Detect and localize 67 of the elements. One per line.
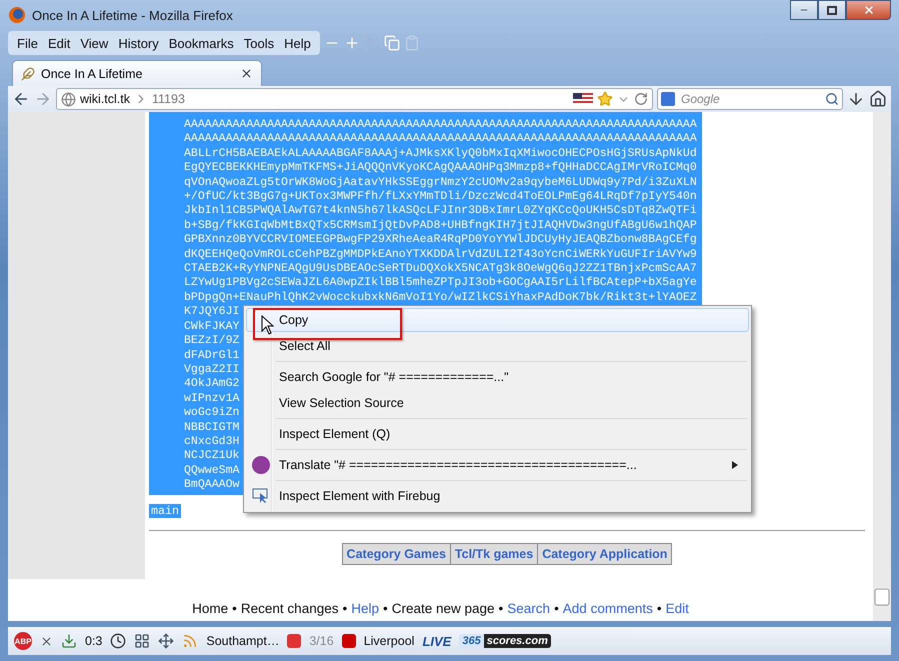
category-link[interactable]: Tcl/Tk games — [450, 544, 538, 564]
footer-link[interactable]: Add comments — [562, 601, 653, 616]
menu-option[interactable]: Search Google for "# =============..." — [246, 365, 749, 389]
menu-item[interactable]: History — [113, 36, 164, 50]
selected-tag: main — [149, 504, 182, 518]
code-line: +/OfUC/kt3BgG7g+UKTox3MWPFfh/fLXxYMmTDli/DzczWcd4ToEOLPmEg64LRqDf7pIyY540n — [184, 190, 697, 204]
separator-dot: • — [342, 601, 348, 616]
separator-dot: • — [656, 601, 662, 616]
code-line: CTAEB2K+RyYNPNEAQgU9UsDBEAOcSeRTDuDQXokX5NCATg3k8OeWgQ6qJ2ZZ1TBnjxPcmScAA7 — [184, 262, 697, 276]
menu-item[interactable]: Bookmarks — [164, 36, 239, 50]
code-line: QQwweSmA — [184, 464, 240, 478]
code-line: dFADrGl1 — [184, 348, 240, 363]
code-line: ABLLrCH5BAEBAEkALAAAAABGAF8AAAj+AJMksXKlyQ0bMxIqXMiwocOHECPOsHGjSRUsApNkUd — [184, 146, 697, 162]
menu-option[interactable]: Translate "# ======================================... — [246, 453, 749, 477]
menu-option[interactable]: Select All — [246, 334, 749, 358]
footer-link[interactable]: Search — [507, 601, 550, 616]
download-count: 0:3 — [85, 634, 102, 648]
code-line: bPDpgQn+ENauPhlQhK2vWocckubxkN6mVoI1Yo/wIZlkCSiYhaxPAdDoK7bk/Rikt3t+lYAOEZ — [184, 290, 697, 306]
menu-item[interactable]: Edit — [42, 36, 76, 50]
team-name: Southampt… — [206, 634, 280, 648]
code-line: 4OkJAmG2 — [184, 377, 240, 392]
browser-tab[interactable]: Once In A Lifetime — [12, 60, 262, 86]
code-line: qVOnAQwoaZLg5tOrWK8WoGjAatavYHkSSEggrNmzY2cUOMv2a9qybeM6LUDWq9y7Pd/i3ZuXLN — [184, 176, 697, 190]
code-line: CWkFJKAY — [184, 320, 240, 334]
separator-dot: • — [554, 601, 559, 616]
code-line: AAAAAAAAAAAAAAAAAAAAAAAAAAAAAAAAAAAAAAAAAAAAAAAAAAAAAAAAAAAAAAAAAAAAAAAAAA — [184, 132, 697, 147]
code-line: b+SBg/fkKGIqWbMtBxQTx5CRMsmIjQtDvPAD8+UHBfngKIH7jtJIAQHVDw3ngUfABgU6w1hQAP — [184, 218, 697, 234]
address-field[interactable]: wiki.tcl.tk 11193 — [56, 88, 653, 110]
code-line: LZYwUg1PBVg2cSEWaJZL6A0wpZIklBBl5mheZPTpJI3ob+GOCgAAI5rLilfBCAtepP+bX5agYe — [184, 276, 697, 291]
code-line: JkbInl1CB5PWQAlAwTG7t4knN5h67lkASQcLFJInr3DBxImrL0ZYqKCcQoUKH5CsDTq8ZwQTFi — [184, 204, 697, 219]
separator-dot: • — [498, 601, 504, 616]
code-line: BmQAAAOw — [184, 478, 240, 493]
code-line: dKQEEHQeQoVmROLcCehPBZgMMDPkEAnoYTXKDDAlrVdZULI2T43oYcnCiWERkYuGUFIriAVYw9 — [184, 248, 697, 262]
code-line: VggaZ2II — [184, 362, 240, 378]
menu-option[interactable]: View Selection Source — [246, 391, 749, 415]
code-line: BEZzI/9Z — [184, 334, 240, 348]
adblock-badge[interactable]: ABP — [14, 632, 32, 650]
menu-item[interactable]: Tools — [238, 36, 280, 50]
code-line: NCJCZ1Uk — [184, 449, 240, 464]
menu-item[interactable]: View — [75, 36, 114, 50]
footer-link[interactable]: Create new page — [392, 601, 495, 616]
menu-item[interactable]: File — [12, 36, 43, 50]
footer-link[interactable]: Recent changes — [240, 601, 338, 616]
code-line: NBBCIGTM — [184, 420, 240, 435]
live-logo[interactable]: LIVE — [422, 634, 452, 648]
menu-option[interactable]: Copy — [246, 308, 749, 332]
category-link[interactable]: Category Games — [342, 544, 450, 564]
separator-dot: • — [382, 601, 388, 616]
category-link[interactable]: Category Application — [537, 544, 672, 564]
search-bar[interactable]: Google — [657, 88, 843, 110]
code-line: K7JQY6JI — [184, 305, 240, 320]
menu-option[interactable]: Inspect Element (Q) — [246, 422, 749, 446]
code-line: GPBXnnz0BYVCCRVIOMEEGPBwgFP29XRheAeaR4RqPD0YoYYWlJDCUyHyJEAQBZbonw8BAgCEfg — [184, 233, 697, 248]
menu-option[interactable]: Inspect Element with Firebug — [246, 484, 749, 508]
footer-link[interactable]: Home — [192, 601, 228, 616]
team-name: Liverpool — [364, 634, 414, 648]
code-line: EgQYECBEKKHEmypMmTKFMS+JiAQQQnVKyoKCAgQAAAOHPq3Mmzp8+fQHHaDCCAgIMrVRoICMq0 — [184, 161, 697, 176]
code-line: woGc9iZn — [184, 406, 240, 421]
separator-dot: • — [232, 601, 237, 616]
code-line: AAAAAAAAAAAAAAAAAAAAAAAAAAAAAAAAAAAAAAAAAAAAAAAAAAAAAAAAAAAAAAAAAAAAAAAAAA — [184, 118, 697, 132]
match-score: 3/16 — [309, 634, 334, 648]
footer-link[interactable]: Edit — [666, 601, 689, 616]
menu-item[interactable]: Help — [279, 36, 316, 50]
code-line: wIPnzv1A — [184, 392, 240, 406]
code-line: cNxcGd3H — [184, 434, 240, 450]
footer-link[interactable]: Help — [351, 601, 379, 616]
window-title: Once In A Lifetime - Mozilla Firefox — [32, 8, 234, 22]
